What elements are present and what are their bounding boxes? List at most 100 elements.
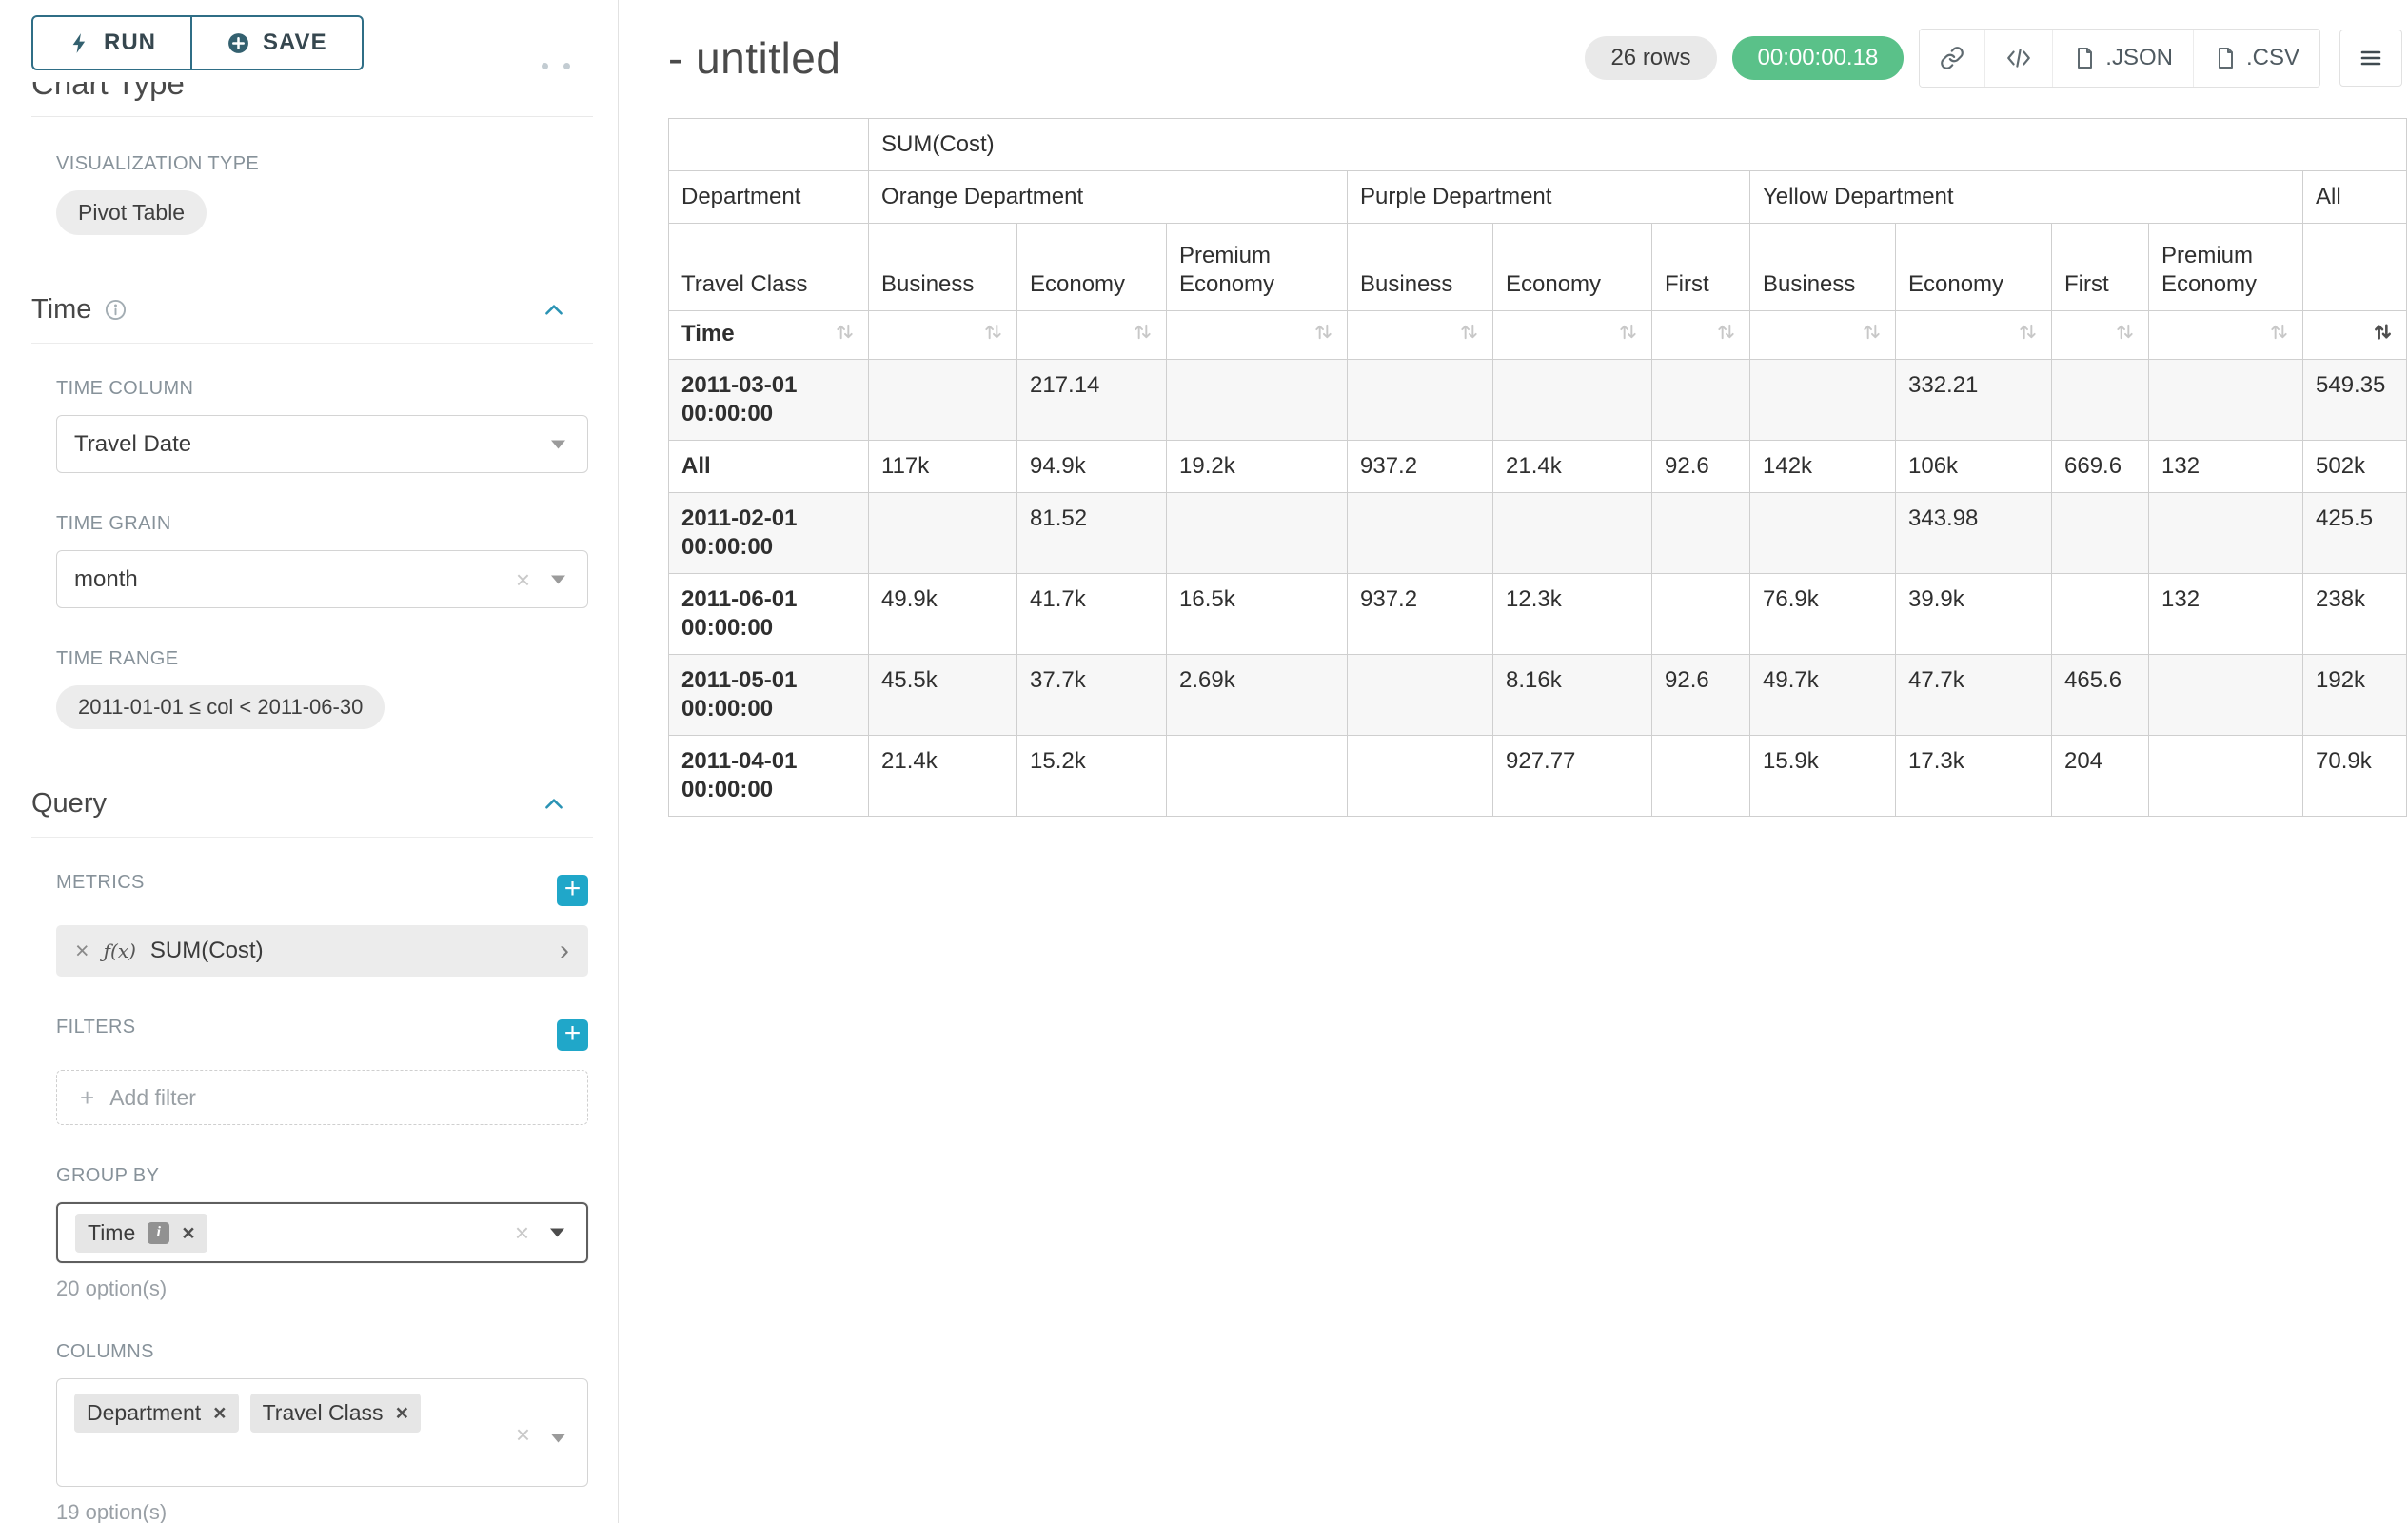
sort-cell	[1348, 311, 1493, 360]
sort-icon[interactable]	[1313, 321, 1334, 350]
add-metric-button[interactable]: +	[557, 875, 588, 906]
pivot-cell: 49.9k	[869, 574, 1017, 655]
row-header: 2011-03-01 00:00:00	[669, 360, 869, 441]
save-button-label: SAVE	[263, 30, 327, 56]
fx-icon: ƒ(x)	[104, 940, 136, 962]
pivot-cell	[2052, 360, 2149, 441]
page-title: - untitled	[668, 32, 840, 84]
pivot-cell: 15.9k	[1750, 736, 1896, 817]
chip-remove-icon[interactable]: ×	[213, 1402, 226, 1424]
csv-button-label: .CSV	[2246, 45, 2299, 71]
query-section-title: Query	[31, 788, 107, 820]
chip-remove-icon[interactable]: ×	[182, 1222, 194, 1244]
sort-icon[interactable]	[1132, 321, 1154, 350]
sort-icon[interactable]	[982, 321, 1004, 350]
travel-class-header: Economy	[1017, 224, 1167, 311]
pivot-cell: 37.7k	[1017, 655, 1167, 736]
sort-cell	[1896, 311, 2052, 360]
pivot-cell: 21.4k	[1493, 441, 1652, 493]
rows-count-badge: 26 rows	[1585, 36, 1716, 80]
chevron-up-icon[interactable]	[542, 298, 566, 323]
columns-label: COLUMNS	[56, 1341, 588, 1363]
copy-link-button[interactable]	[1920, 30, 1984, 87]
run-button-label: RUN	[104, 30, 156, 56]
pivot-cell: 192k	[2303, 655, 2407, 736]
chevron-up-icon[interactable]	[542, 792, 566, 817]
sort-icon[interactable]	[834, 321, 856, 350]
sort-icon[interactable]	[1617, 321, 1639, 350]
sort-icon[interactable]	[1715, 321, 1737, 350]
metric-label: SUM(Cost)	[150, 938, 264, 964]
pivot-cell: 2.69k	[1167, 655, 1348, 736]
group-by-chip[interactable]: Time i ×	[75, 1214, 207, 1253]
sort-cell	[1167, 311, 1348, 360]
section-divider	[31, 116, 593, 117]
time-grain-select[interactable]: month ×	[56, 550, 588, 608]
sort-icon[interactable]	[1861, 321, 1883, 350]
export-toolbar: .JSON .CSV	[1919, 29, 2320, 88]
column-chip-label: Travel Class	[263, 1400, 384, 1426]
pivot-cell: 16.5k	[1167, 574, 1348, 655]
travel-class-header: Premium Economy	[1167, 224, 1348, 311]
time-range-pill[interactable]: 2011-01-01 ≤ col < 2011-06-30	[56, 685, 385, 729]
columns-select[interactable]: Department × Travel Class × ×	[56, 1378, 588, 1487]
pivot-cell: 927.77	[1493, 736, 1652, 817]
pivot-table-pill[interactable]: Pivot Table	[56, 190, 207, 235]
download-csv-button[interactable]: .CSV	[2193, 30, 2319, 87]
query-section-header[interactable]: Query	[31, 788, 593, 838]
sort-icon[interactable]	[1458, 321, 1480, 350]
pivot-cell: 39.9k	[1896, 574, 2052, 655]
chevron-down-icon	[550, 574, 566, 584]
pivot-table-container: SUM(Cost)DepartmentOrange DepartmentPurp…	[668, 118, 2402, 817]
pivot-cell: 669.6	[2052, 441, 2149, 493]
run-button[interactable]: RUN	[31, 15, 191, 70]
travel-class-header: Business	[1750, 224, 1896, 311]
sort-descending-active-icon[interactable]	[2372, 321, 2394, 350]
pivot-cell	[1652, 360, 1750, 441]
sort-cell	[1750, 311, 1896, 360]
clear-icon[interactable]: ×	[516, 1422, 530, 1447]
file-icon	[2214, 46, 2237, 70]
pivot-cell	[1348, 493, 1493, 574]
remove-metric-icon[interactable]: ×	[75, 940, 89, 963]
pivot-cell: 117k	[869, 441, 1017, 493]
chip-remove-icon[interactable]: ×	[396, 1402, 408, 1424]
pivot-row: 2011-04-01 00:00:0021.4k15.2k927.7715.9k…	[669, 736, 2407, 817]
embed-code-button[interactable]	[1984, 30, 2052, 87]
pivot-cell: 15.2k	[1017, 736, 1167, 817]
pivot-cell	[1167, 360, 1348, 441]
metric-chip[interactable]: × ƒ(x) SUM(Cost) ›	[56, 925, 588, 977]
clear-icon[interactable]: ×	[516, 567, 530, 592]
travel-class-header: Economy	[1896, 224, 2052, 311]
column-chip-travel-class[interactable]: Travel Class ×	[250, 1394, 421, 1433]
column-chip-department[interactable]: Department ×	[74, 1394, 239, 1433]
metric-header: SUM(Cost)	[869, 119, 2407, 171]
travel-class-header: Business	[869, 224, 1017, 311]
sort-row: Time	[669, 311, 2407, 360]
pivot-cell	[2052, 574, 2149, 655]
sort-icon[interactable]	[2268, 321, 2290, 350]
control-panel-sidebar: RUN SAVE Chart Type VISUALIZATION TYPE P…	[0, 0, 619, 1523]
caret-down-icon	[549, 1228, 565, 1238]
sort-icon[interactable]	[2017, 321, 2039, 350]
plus-circle-icon	[227, 31, 250, 55]
sort-icon[interactable]	[2114, 321, 2136, 350]
chevron-right-icon[interactable]: ›	[560, 937, 569, 965]
save-button[interactable]: SAVE	[191, 15, 364, 70]
group-by-select[interactable]: Time i × ×	[56, 1202, 588, 1263]
hamburger-icon	[2358, 47, 2384, 69]
pivot-cell: 8.16k	[1493, 655, 1652, 736]
time-grain-label: TIME GRAIN	[56, 513, 588, 535]
add-filter-box[interactable]: + Add filter	[56, 1070, 588, 1125]
travel-class-header: First	[1652, 224, 1750, 311]
time-section-header[interactable]: Time	[31, 294, 593, 344]
row-header: All	[669, 441, 869, 493]
more-menu-button[interactable]	[2339, 30, 2402, 87]
time-column-select[interactable]: Travel Date	[56, 415, 588, 473]
clear-icon[interactable]: ×	[515, 1220, 529, 1245]
add-filter-plus-button[interactable]: +	[557, 1019, 588, 1051]
visualization-type-label: VISUALIZATION TYPE	[56, 153, 588, 175]
pivot-cell	[2149, 655, 2303, 736]
download-json-button[interactable]: .JSON	[2052, 30, 2193, 87]
timer-badge: 00:00:00.18	[1732, 36, 1905, 80]
